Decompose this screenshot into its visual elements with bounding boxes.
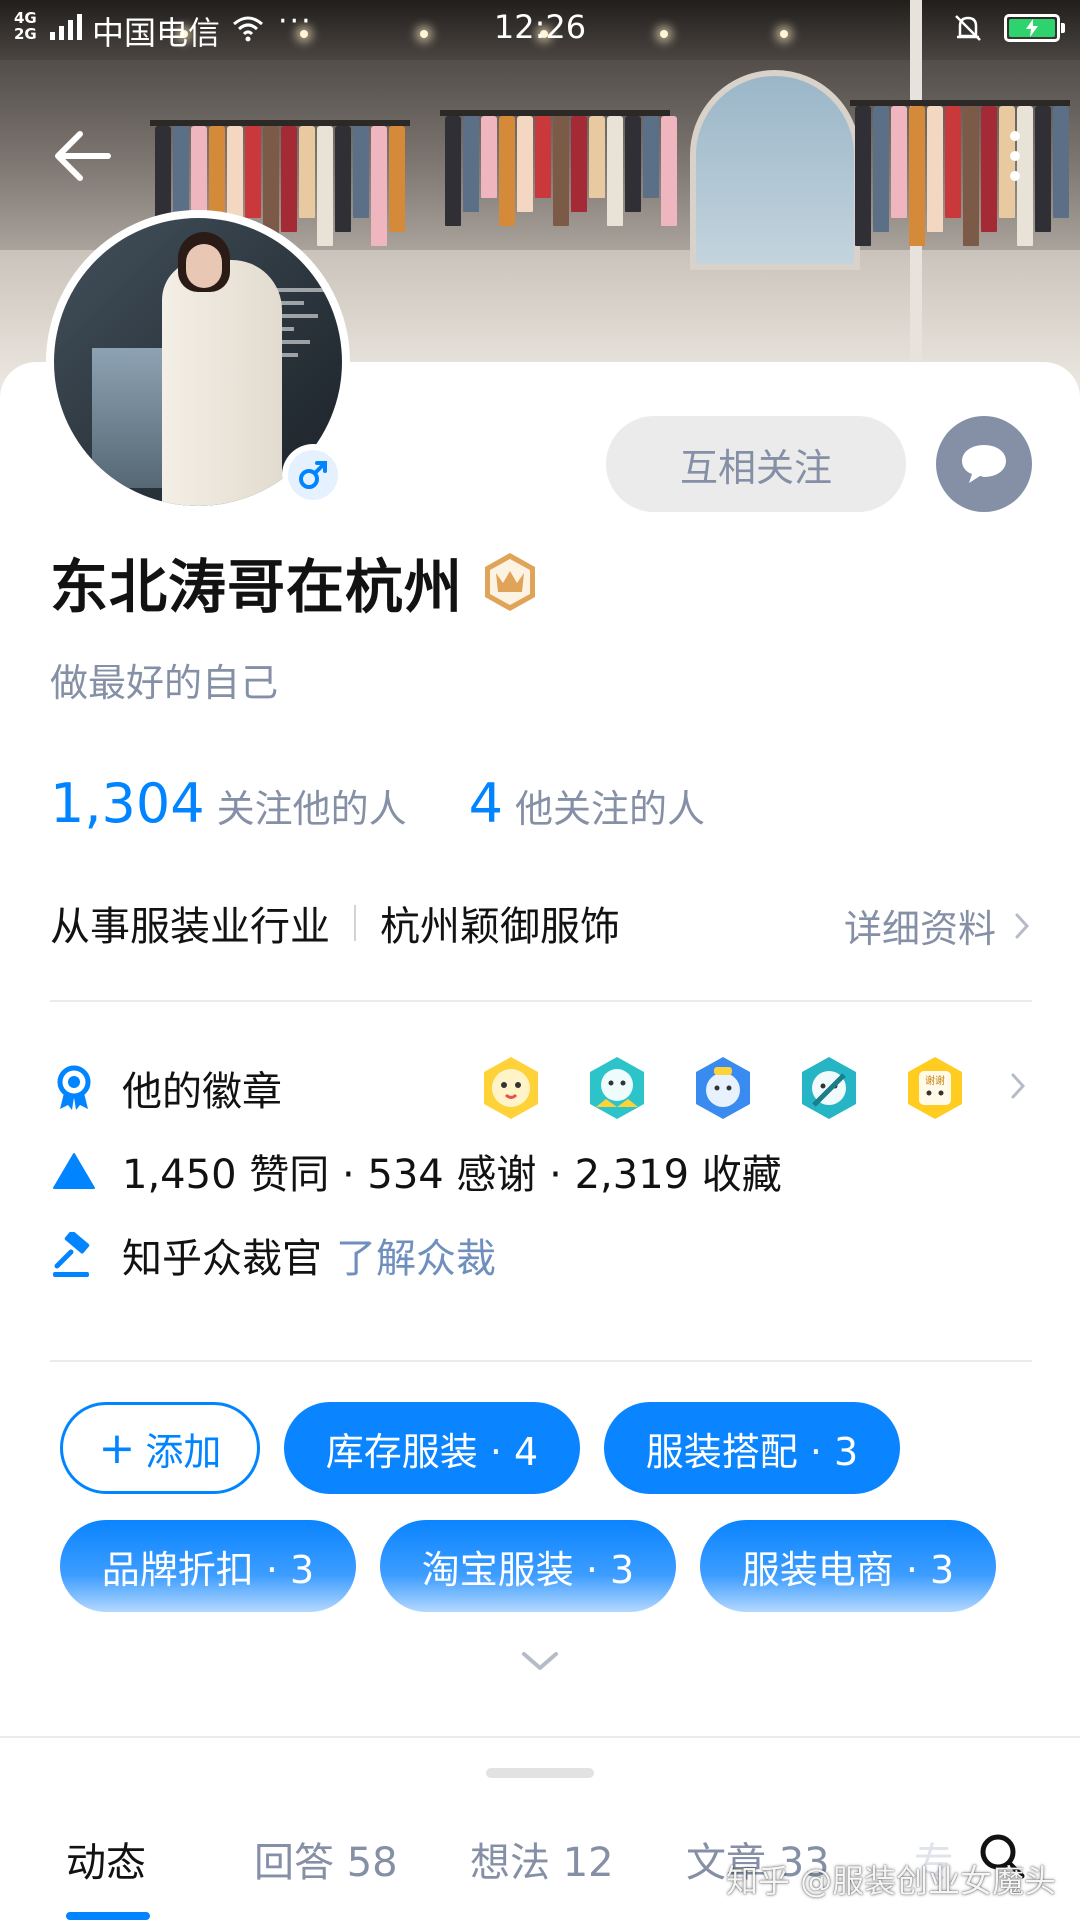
profile-screen: 4G 2G 中国电信 ··· 12:26 互相关注 东北涛哥在杭州 做最好的自己…: [0, 0, 1080, 1920]
divider: [50, 1000, 1032, 1002]
clock: 12:26: [493, 8, 587, 46]
tag-chip[interactable]: 服装电商 · 3: [700, 1520, 996, 1612]
user-headline: 做最好的自己: [50, 661, 279, 705]
following-label: 他关注的人: [514, 787, 705, 831]
achievements-row: 1,450 赞同 · 534 感谢 · 2,319 收藏: [50, 1136, 782, 1206]
medal-5-text: 谢谢: [925, 1074, 945, 1087]
medal-3-icon[interactable]: [690, 1055, 756, 1121]
add-tag-button[interactable]: + 添加: [60, 1402, 260, 1494]
followers-count: 1,304: [50, 772, 205, 835]
industry-text: 从事服装业行业: [50, 904, 330, 950]
watermark: 知乎 @服装创业女魔头: [726, 1862, 1057, 1900]
plus-icon: +: [98, 1422, 136, 1474]
follow-stats: 1,304 关注他的人 4 他关注的人: [50, 772, 705, 842]
medal-2-icon[interactable]: [584, 1055, 650, 1121]
following-count: 4: [468, 772, 503, 835]
followers-stat[interactable]: 1,304 关注他的人: [50, 772, 407, 835]
status-bar: 4G 2G 中国电信 ··· 12:26: [0, 0, 1080, 56]
active-tab-indicator: [66, 1912, 150, 1920]
medal-1-icon[interactable]: [478, 1055, 544, 1121]
followers-label: 关注他的人: [216, 787, 407, 831]
section-divider: [0, 1736, 1080, 1738]
upvote-triangle-icon: [50, 1147, 98, 1195]
expand-chevron-down-icon[interactable]: [518, 1646, 562, 1676]
tab-activity[interactable]: 动态: [66, 1830, 146, 1888]
drag-handle[interactable]: [486, 1768, 594, 1778]
achievements-text: 1,450 赞同 · 534 感谢 · 2,319 收藏: [122, 1152, 782, 1198]
divider: [50, 1360, 1032, 1362]
back-arrow-icon[interactable]: [52, 128, 112, 184]
details-link[interactable]: 详细资料: [844, 898, 1030, 953]
badge-list: 谢谢: [478, 1052, 968, 1124]
badges-label: 他的徽章: [122, 1069, 282, 1115]
company-text: 杭州颖御服饰: [380, 904, 620, 950]
learn-moderation-link[interactable]: 了解众裁: [336, 1226, 496, 1284]
tab-answers[interactable]: 回答 58: [254, 1830, 398, 1888]
moderator-title: 知乎众裁官: [122, 1236, 322, 1282]
tag-chip[interactable]: 品牌折扣 · 3: [60, 1520, 356, 1612]
mute-bell-icon: [955, 15, 981, 41]
battery-icon: [1004, 14, 1065, 42]
more-options-icon[interactable]: [1000, 126, 1030, 186]
crown-badge-icon[interactable]: [479, 551, 541, 613]
award-ribbon-icon: [50, 1064, 98, 1112]
gender-badge: [282, 444, 344, 506]
details-label: 详细资料: [843, 907, 996, 951]
gavel-icon: [50, 1231, 98, 1279]
add-tag-label: 添加: [145, 1429, 222, 1474]
user-name: 东北涛哥在杭州: [50, 553, 464, 621]
tag-chip[interactable]: 服装搭配 · 3: [604, 1402, 900, 1494]
mutual-follow-button[interactable]: 互相关注: [606, 416, 906, 512]
industry-row: 从事服装业行业 杭州颖御服饰 详细资料: [50, 888, 1030, 958]
chat-bubble-icon: [962, 445, 1006, 483]
medal-4-icon[interactable]: [796, 1055, 862, 1121]
moderator-row: 知乎众裁官 了解众裁: [50, 1220, 496, 1290]
badges-row[interactable]: 他的徽章 谢谢: [50, 1052, 1030, 1124]
tab-thoughts[interactable]: 想法 12: [470, 1830, 614, 1888]
following-stat[interactable]: 4 他关注的人: [469, 772, 705, 835]
separator: [354, 905, 356, 941]
chevron-right-icon: [1015, 913, 1030, 938]
tag-chip[interactable]: 淘宝服装 · 3: [380, 1520, 676, 1612]
name-row: 东北涛哥在杭州: [50, 542, 541, 622]
chevron-right-icon[interactable]: [1010, 1072, 1026, 1100]
message-button[interactable]: [936, 416, 1032, 512]
medal-5-icon[interactable]: 谢谢: [902, 1055, 968, 1121]
tag-chip[interactable]: 库存服装 · 4: [284, 1402, 580, 1494]
male-icon: [299, 461, 327, 489]
